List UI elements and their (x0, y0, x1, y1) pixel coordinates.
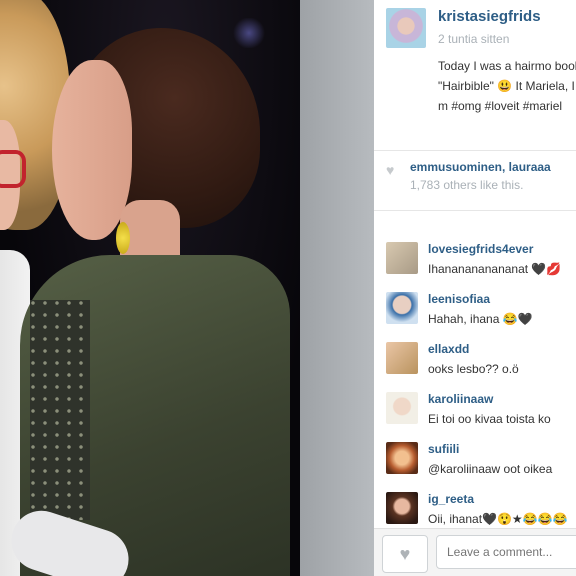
comment-text: Ei toi oo kivaa toista ko (428, 412, 551, 426)
post-photo (0, 0, 300, 576)
comment-input[interactable] (436, 535, 576, 569)
comment-text: @karoliinaaw oot oikea (428, 462, 553, 476)
commenter-avatar[interactable] (386, 492, 418, 524)
heart-icon: ♥ (399, 544, 411, 564)
comment-text: Oii, ihanat🖤😲★😂😂😂 (428, 512, 568, 526)
author-username[interactable]: kristasiegfrids (438, 8, 541, 25)
gutter (300, 0, 374, 576)
comment-item: karoliinaaw Ei toi oo kivaa toista ko (374, 392, 576, 442)
commenter-avatar[interactable] (386, 442, 418, 474)
dotted-blouse (30, 300, 90, 520)
like-button[interactable]: ♥ (382, 535, 428, 573)
likers-list[interactable]: emmusuominen, lauraaa (410, 160, 551, 174)
comment-username[interactable]: karoliinaaw (428, 392, 493, 406)
post-timestamp[interactable]: 2 tuntia sitten (438, 32, 509, 46)
commenter-avatar[interactable] (386, 242, 418, 274)
comment-username[interactable]: leenisofiaa (428, 292, 490, 306)
comment-text: Ihananananananat 🖤💋 (428, 262, 562, 276)
comment-item: leenisofiaa Hahah, ihana 😂🖤 (374, 292, 576, 342)
comment-item: sufiili @karoliinaaw oot oikea (374, 442, 576, 492)
comment-footer: ♥ (374, 528, 576, 576)
comment-item: lovesiegfrids4ever Ihananananananat 🖤💋 (374, 242, 576, 292)
comment-item: ellaxdd ooks lesbo?? o.ö (374, 342, 576, 392)
yellow-earring (116, 222, 130, 254)
heart-icon: ♥ (386, 162, 395, 178)
divider (374, 150, 576, 151)
commenter-avatar[interactable] (386, 292, 418, 324)
comment-text: Hahah, ihana 😂🖤 (428, 312, 533, 326)
commenter-avatar[interactable] (386, 392, 418, 424)
comment-username[interactable]: ig_reeta (428, 492, 474, 506)
likes-count[interactable]: 1,783 others like this. (410, 178, 523, 192)
comment-username[interactable]: sufiili (428, 442, 459, 456)
divider (374, 210, 576, 211)
author-avatar[interactable] (386, 8, 426, 48)
red-glasses (0, 150, 26, 188)
post-header: kristasiegfrids 2 tuntia sitten Today I … (374, 0, 576, 150)
post-panel: kristasiegfrids 2 tuntia sitten Today I … (374, 0, 576, 576)
comment-text: ooks lesbo?? o.ö (428, 362, 519, 376)
commenter-avatar[interactable] (386, 342, 418, 374)
stage-light (232, 18, 266, 48)
post-caption: Today I was a hairmo book "Hairbible" 😃 … (438, 59, 576, 113)
comment-username[interactable]: lovesiegfrids4ever (428, 242, 533, 256)
comment-username[interactable]: ellaxdd (428, 342, 469, 356)
